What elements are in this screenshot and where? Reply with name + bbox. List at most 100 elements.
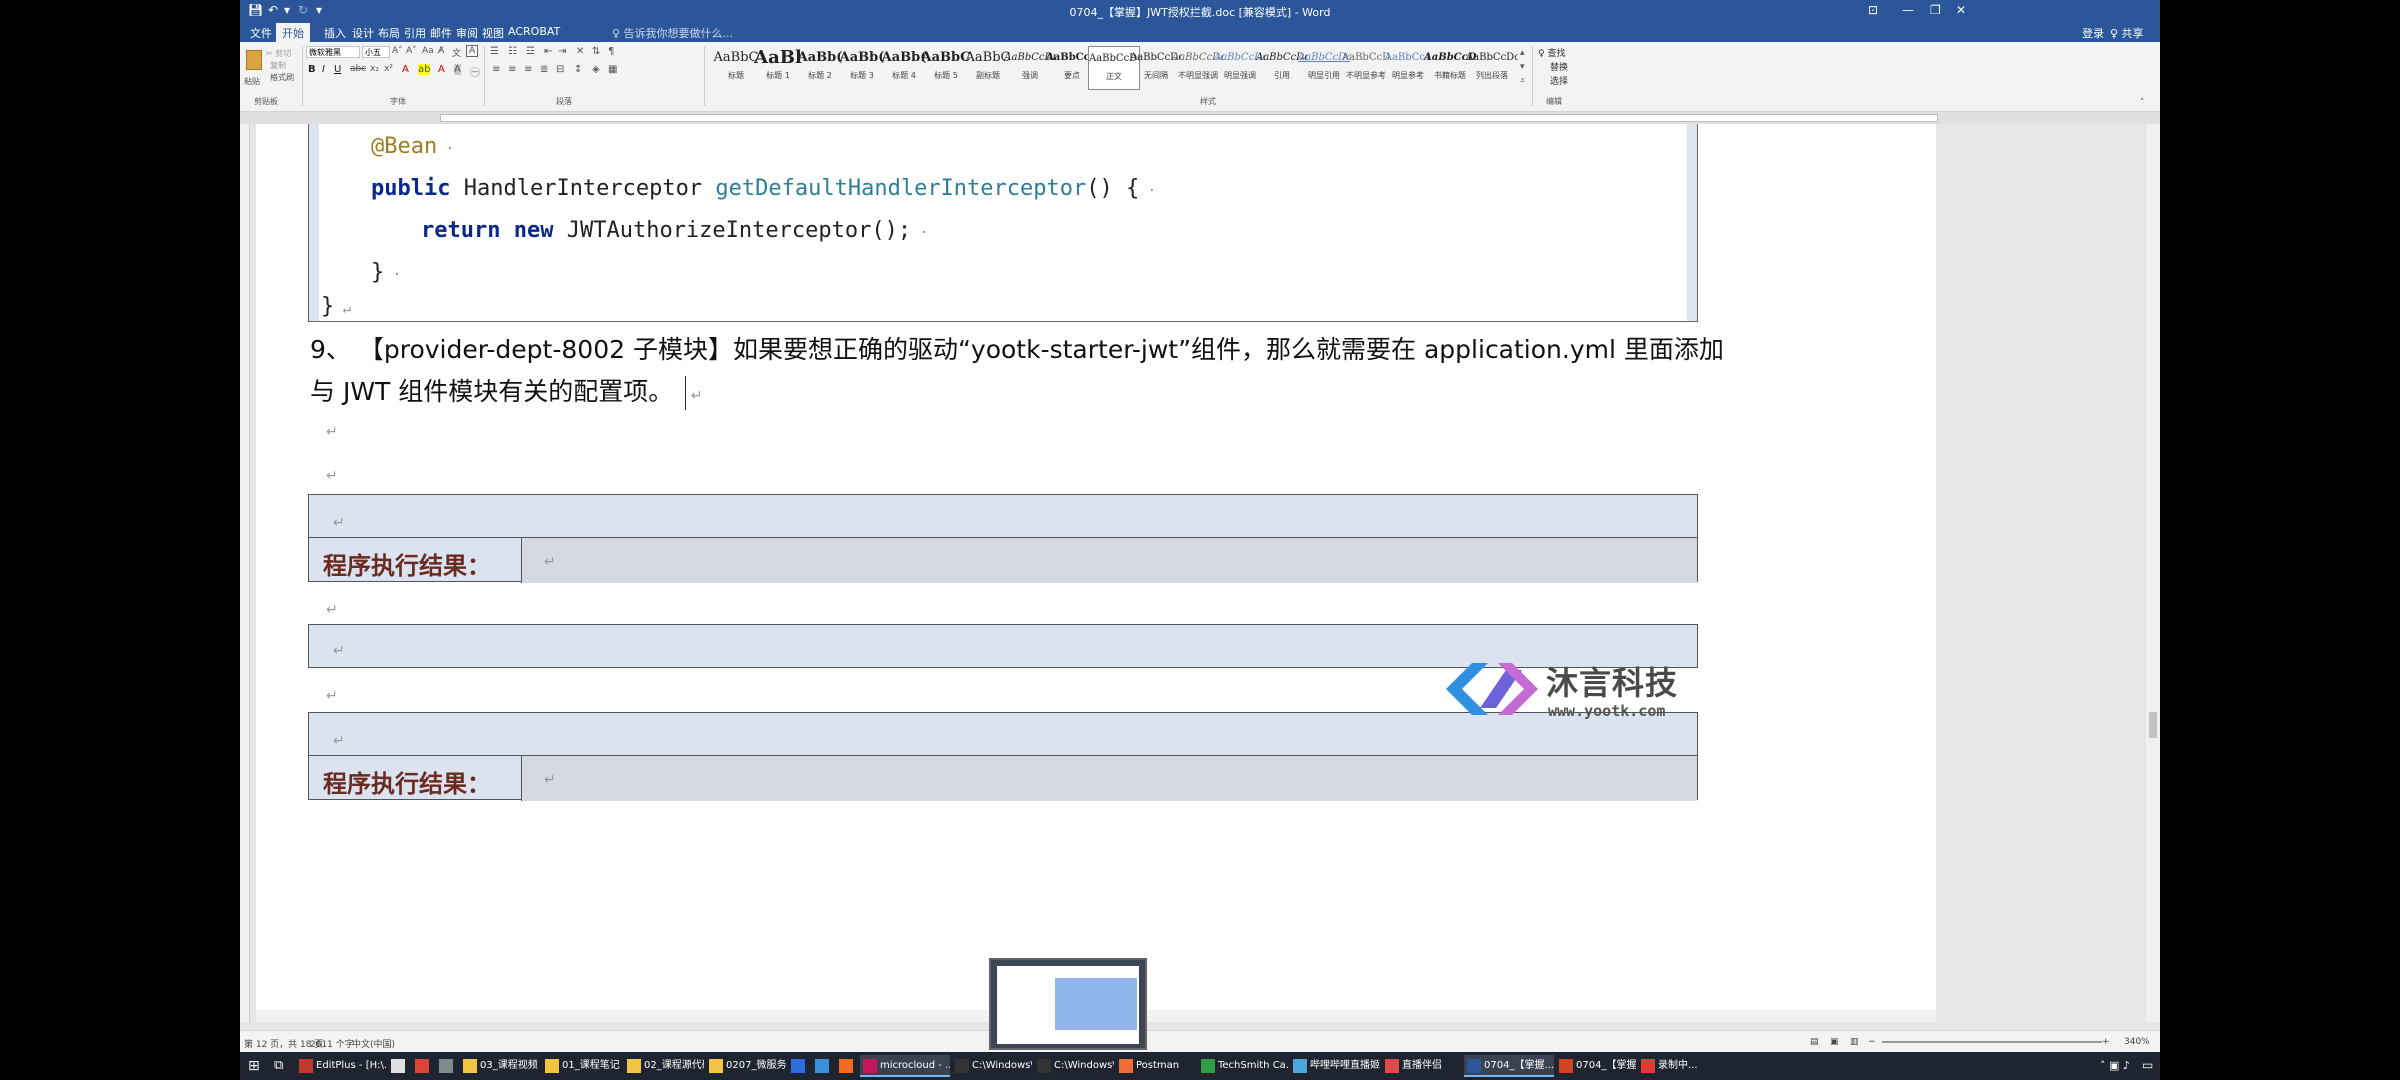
align-right-icon[interactable]: ≡ bbox=[524, 64, 532, 75]
tab-file[interactable]: 文件 bbox=[250, 25, 272, 41]
tab-mailings[interactable]: 邮件 bbox=[430, 25, 452, 41]
char-shading-icon[interactable]: A bbox=[454, 64, 461, 75]
align-left-icon[interactable]: ≡ bbox=[492, 64, 500, 75]
tab-home[interactable]: 开始 bbox=[276, 23, 310, 42]
tab-view[interactable]: 视图 bbox=[482, 25, 504, 41]
taskbar-app[interactable]: microcloud - ... bbox=[860, 1055, 950, 1077]
phonetic-guide-icon[interactable]: 文 bbox=[452, 46, 461, 59]
tab-references[interactable]: 引用 bbox=[404, 25, 426, 41]
paste-icon[interactable] bbox=[246, 50, 262, 70]
tab-review[interactable]: 审阅 bbox=[456, 25, 478, 41]
taskbar-app[interactable]: 01_课程笔记 bbox=[542, 1055, 622, 1077]
code-block[interactable]: @Bean · public HandlerInterceptor getDef… bbox=[308, 124, 1698, 322]
copy-button[interactable]: 复制 bbox=[270, 60, 286, 71]
sort-icon[interactable]: ⇅ bbox=[592, 46, 600, 57]
strikethrough-icon[interactable]: abc bbox=[350, 64, 366, 74]
replace-button[interactable]: 替换 bbox=[1550, 60, 1568, 73]
taskbar-app[interactable]: 录制中... bbox=[1638, 1055, 1708, 1077]
enclose-char-icon[interactable]: ㊀ bbox=[470, 64, 480, 79]
style-list-paragraph[interactable]: AaBbCcDc 列出段落 bbox=[1466, 46, 1518, 90]
taskbar-app[interactable] bbox=[436, 1055, 458, 1077]
gallery-scroll-up-icon[interactable]: ▴ bbox=[1520, 48, 1525, 58]
result-value-cell[interactable]: ↵ bbox=[521, 756, 1697, 801]
chinese-layout-icon[interactable]: ✕ bbox=[576, 46, 584, 57]
cut-button[interactable]: ✂ 剪切 bbox=[266, 48, 291, 59]
increase-indent-icon[interactable]: ⇥ bbox=[558, 46, 566, 57]
horizontal-ruler[interactable] bbox=[240, 112, 2160, 124]
decrease-indent-icon[interactable]: ⇤ bbox=[544, 46, 552, 57]
subscript-icon[interactable]: x₂ bbox=[370, 64, 379, 74]
tab-design[interactable]: 设计 bbox=[352, 25, 374, 41]
taskbar-app[interactable]: 02_课程源代码 bbox=[624, 1055, 704, 1077]
shading-icon[interactable]: ◈ bbox=[592, 64, 600, 75]
vertical-ruler[interactable] bbox=[240, 124, 250, 1022]
zoom-level[interactable]: 340% bbox=[2124, 1037, 2150, 1047]
taskbar-app[interactable]: C:\Windows\s... bbox=[1034, 1055, 1114, 1077]
tab-insert[interactable]: 插入 bbox=[324, 25, 346, 41]
share-button[interactable]: ♀ 共享 bbox=[2110, 25, 2144, 41]
taskbar-app[interactable]: TechSmith Ca... bbox=[1198, 1055, 1288, 1077]
read-mode-icon[interactable]: ▤ bbox=[1810, 1037, 1819, 1047]
gallery-scroll-down-icon[interactable]: ▾ bbox=[1520, 62, 1525, 72]
restore-icon[interactable]: ❐ bbox=[1930, 3, 1941, 17]
document-page[interactable]: @Bean · public HandlerInterceptor getDef… bbox=[256, 124, 1936, 1022]
taskbar-app[interactable]: 哔哩哔哩直播姬 bbox=[1290, 1055, 1380, 1077]
taskbar-app[interactable] bbox=[788, 1055, 810, 1077]
zoom-in-icon[interactable]: + bbox=[2102, 1037, 2110, 1047]
change-case-icon[interactable]: Aa bbox=[422, 46, 434, 56]
close-icon[interactable]: ✕ bbox=[1956, 3, 1966, 17]
bullets-icon[interactable]: ☰ bbox=[490, 46, 499, 57]
taskbar-app[interactable]: Postman bbox=[1116, 1055, 1196, 1077]
taskbar-app[interactable]: EditPlus - [H:\... bbox=[296, 1055, 386, 1077]
print-layout-icon[interactable]: ▣ bbox=[1830, 1037, 1839, 1047]
taskbar-app[interactable] bbox=[412, 1055, 434, 1077]
zoom-out-icon[interactable]: − bbox=[1868, 1037, 1876, 1047]
justify-icon[interactable]: ≣ bbox=[540, 64, 548, 75]
font-name-select[interactable]: 微软雅黑 bbox=[306, 46, 360, 58]
start-icon[interactable]: ⊞ bbox=[248, 1058, 260, 1074]
paste-button[interactable]: 粘贴 bbox=[244, 76, 260, 87]
shrink-font-icon[interactable]: A˅ bbox=[406, 46, 417, 56]
taskbar-app[interactable] bbox=[388, 1055, 410, 1077]
tab-acrobat[interactable]: ACROBAT bbox=[508, 25, 560, 38]
find-button[interactable]: ♀ 查找 bbox=[1538, 46, 1565, 59]
text-effects-icon[interactable]: A bbox=[402, 64, 409, 75]
font-size-select[interactable]: 小五 bbox=[362, 46, 390, 58]
superscript-icon[interactable]: x² bbox=[384, 64, 393, 74]
tab-layout[interactable]: 布局 bbox=[378, 25, 400, 41]
taskbar-app[interactable]: 0207_微服务... bbox=[706, 1055, 786, 1077]
borders-icon[interactable]: ▦ bbox=[608, 64, 617, 75]
tell-me-search[interactable]: ♀ 告诉我你想要做什么... bbox=[612, 25, 733, 41]
taskbar-app[interactable]: 03_课程视频 bbox=[460, 1055, 540, 1077]
distributed-icon[interactable]: ⊟ bbox=[556, 64, 564, 75]
system-tray-icon[interactable]: ˄ ▣ ♪ bbox=[2100, 1059, 2130, 1072]
notification-icon[interactable]: ▭ bbox=[2142, 1058, 2153, 1072]
zoom-slider[interactable] bbox=[1882, 1041, 2102, 1043]
multilevel-list-icon[interactable]: ☲ bbox=[526, 46, 535, 57]
highlight-icon[interactable]: ab bbox=[418, 64, 431, 75]
bold-icon[interactable]: B bbox=[308, 64, 316, 75]
task-view-icon[interactable]: ⧉ bbox=[274, 1058, 283, 1073]
show-marks-icon[interactable]: ¶ bbox=[608, 46, 614, 57]
format-painter-button[interactable]: 格式刷 bbox=[270, 72, 294, 83]
line-spacing-icon[interactable]: ↕ bbox=[574, 64, 582, 75]
taskbar-thumbnail-preview[interactable] bbox=[989, 958, 1147, 1050]
collapse-ribbon-icon[interactable]: ˄ bbox=[2140, 98, 2145, 108]
result-table-1[interactable]: ↵ 程序执行结果： ↵ bbox=[308, 494, 1698, 583]
align-center-icon[interactable]: ≡ bbox=[508, 64, 516, 75]
word-count[interactable]: 2611 个字 bbox=[310, 1037, 354, 1050]
taskbar-app[interactable] bbox=[836, 1055, 858, 1077]
scroll-thumb[interactable] bbox=[2149, 712, 2157, 738]
underline-icon[interactable]: U bbox=[334, 64, 341, 75]
numbering-icon[interactable]: ☷ bbox=[508, 46, 517, 57]
login-link[interactable]: 登录 bbox=[2082, 25, 2104, 41]
vertical-scrollbar[interactable] bbox=[2146, 124, 2160, 1022]
select-button[interactable]: 选择 bbox=[1550, 74, 1568, 87]
gallery-more-icon[interactable]: ⩡ bbox=[1520, 76, 1525, 86]
italic-icon[interactable]: I bbox=[322, 64, 325, 75]
taskbar-app[interactable] bbox=[812, 1055, 834, 1077]
taskbar-app[interactable]: 0704_【掌握... bbox=[1464, 1055, 1554, 1077]
web-layout-icon[interactable]: ▥ bbox=[1850, 1037, 1859, 1047]
taskbar-app[interactable]: 直播伴侣 bbox=[1382, 1055, 1462, 1077]
grow-font-icon[interactable]: A˄ bbox=[392, 46, 403, 56]
